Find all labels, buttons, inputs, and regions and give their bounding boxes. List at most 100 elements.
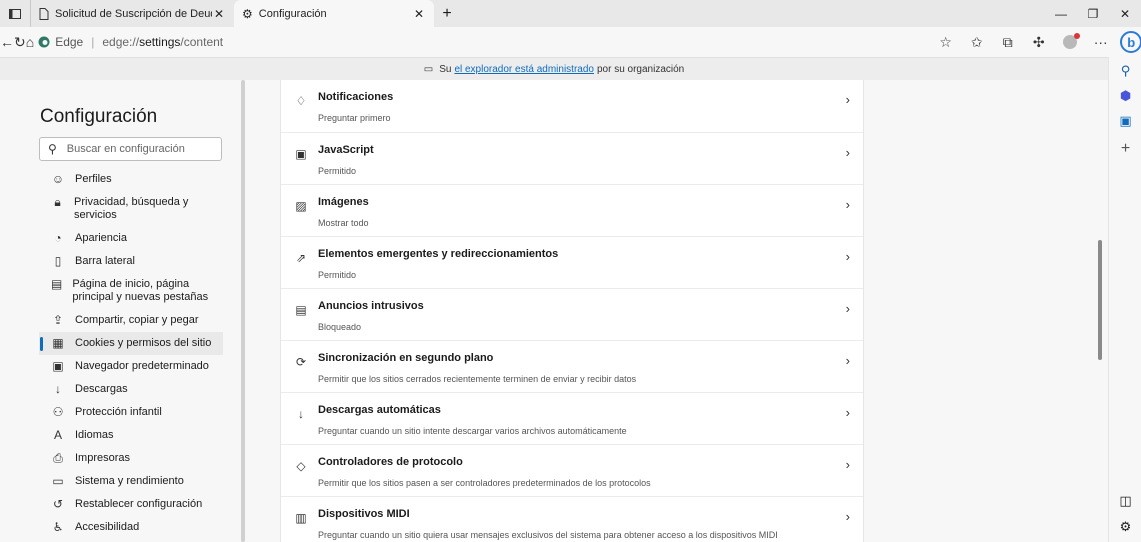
sidebar-item-10[interactable]: A Idiomas [39, 424, 223, 447]
tab-settings[interactable]: ⚙ Configuración ✕ [234, 0, 434, 27]
chevron-right-icon: › [845, 457, 850, 472]
extension-icon: ✣ [1032, 33, 1045, 50]
tab-actions-icon [9, 8, 21, 19]
nav-list: ☺ Perfiles 🔒︎ Privacidad, búsqueda y servic… [39, 168, 223, 542]
permission-row[interactable]: ♢ Notificaciones Preguntar primero › [281, 80, 863, 132]
sidebar-item-8[interactable]: ↓ Descargas [39, 378, 223, 401]
favorite-star-button[interactable]: ☆ [930, 28, 961, 56]
permission-row[interactable]: ◇ Controladores de protocolo Permitir que … [281, 444, 863, 496]
add-sidebar-button[interactable]: + [1109, 137, 1141, 161]
permission-row[interactable]: ↓ Descargas automáticas Preguntar cuando u… [281, 392, 863, 444]
office-button[interactable]: ⬢ [1109, 84, 1141, 108]
permission-row[interactable]: ▨ Imágenes Mostrar todo › [281, 184, 863, 236]
midi-icon: ▥ [295, 511, 307, 525]
permission-status: Preguntar primero [318, 113, 391, 123]
favorites-button[interactable]: ✩ [961, 28, 992, 56]
favorites-icon: ✩ [970, 33, 983, 50]
permission-row[interactable]: ▤ Anuncios intrusivos Bloqueado › [281, 288, 863, 340]
permission-row[interactable]: ▥ Dispositivos MIDI Preguntar cuando un si… [281, 496, 863, 542]
sidebar-item-label: Compartir, copiar y pegar [75, 314, 199, 326]
home-button[interactable]: ⌂ [26, 28, 34, 56]
permission-row[interactable]: ⟳ Sincronización en segundo plano Permitir… [281, 340, 863, 392]
sidebar-item-label: Descargas [75, 383, 128, 395]
back-button[interactable]: ← [0, 28, 14, 56]
permission-title: Sincronización en segundo plano [318, 352, 494, 364]
sidebar-icon: ▯ [54, 254, 62, 268]
outlook-button[interactable]: ▣ [1109, 109, 1141, 133]
lock-icon: 🔒︎ [54, 195, 61, 209]
collections-icon: ⧉ [1002, 33, 1013, 50]
permission-row[interactable]: ⇗ Elementos emergentes y redireccionamien… [281, 236, 863, 288]
permission-status: Permitido [318, 270, 357, 280]
share-icon: ⇪ [52, 313, 64, 327]
managed-link[interactable]: el explorador está administrado [454, 64, 594, 75]
ads-icon: ▤ [295, 303, 307, 317]
family-icon: ⚇ [52, 405, 64, 419]
permission-title: JavaScript [318, 144, 374, 156]
back-arrow-icon: ← [0, 34, 14, 50]
new-tab-button[interactable]: + [434, 0, 460, 27]
search-icon: ⚲ [1120, 63, 1131, 78]
search-input[interactable]: ⚲ Buscar en configuración [39, 137, 222, 161]
collections-button[interactable]: ⧉ [992, 28, 1023, 56]
profile-icon: ☺ [51, 172, 65, 186]
bing-chat-button[interactable]: b [1120, 31, 1141, 53]
sidebar-item-1[interactable]: 🔒︎ Privacidad, búsqueda y servicios [39, 191, 223, 227]
sidebar-item-4[interactable]: ▤ Página de inicio, página principal y nu… [39, 273, 223, 309]
sidebar-item-11[interactable]: ⎙ Impresoras [39, 447, 223, 470]
gear-icon: ⚙ [1119, 519, 1132, 534]
toolbar-right: ☆ ✩ ⧉ ✣ ··· b [930, 28, 1141, 56]
sidebar-item-label: Accesibilidad [75, 521, 140, 533]
sidebar-item-14[interactable]: ♿︎ Accesibilidad [39, 516, 223, 539]
sidebar-item-label: Idiomas [75, 429, 114, 441]
image-icon: ▨ [295, 199, 307, 213]
permission-status: Mostrar todo [318, 218, 369, 228]
refresh-button[interactable]: ↻ [14, 28, 26, 56]
browser-icon: ▣ [52, 359, 64, 373]
tab-close-button[interactable]: ✕ [212, 7, 226, 21]
edge-logo-icon [38, 36, 50, 48]
search-icon: ⚲ [48, 142, 57, 156]
sidebar-item-3[interactable]: ▯ Barra lateral [39, 250, 223, 273]
permission-title: Dispositivos MIDI [318, 508, 410, 520]
tab-subscription-request[interactable]: Solicitud de Suscripción de Deud ✕ [30, 0, 234, 27]
sidebar-item-5[interactable]: ⇪ Compartir, copiar y pegar [39, 309, 223, 332]
profile-button[interactable] [1054, 28, 1085, 56]
extensions-button[interactable]: ✣ [1023, 28, 1054, 56]
sidebar-item-2[interactable]: ◔ Apariencia [39, 227, 223, 250]
permission-row[interactable]: ▣ JavaScript Permitido › [281, 132, 863, 184]
permission-title: Imágenes [318, 196, 369, 208]
tab-close-button[interactable]: ✕ [412, 7, 426, 21]
sidebar-item-label: Apariencia [75, 232, 127, 244]
language-icon: A [53, 428, 62, 442]
bell-icon: ♢ [295, 94, 307, 108]
sidebar-item-6[interactable]: ▦ Cookies y permisos del sitio [39, 332, 223, 355]
hide-sidebar-button[interactable]: ◫ [1109, 489, 1141, 513]
download-icon: ↓ [298, 407, 304, 421]
sidebar-item-0[interactable]: ☺ Perfiles [39, 168, 223, 191]
sidebar-toggle-icon: ◫ [1119, 493, 1132, 508]
minimize-button[interactable]: — [1045, 0, 1077, 27]
site-identity[interactable]: Edge [38, 35, 83, 49]
restore-button[interactable]: ❐ [1077, 0, 1109, 27]
sidebar-item-label: Protección infantil [75, 406, 162, 418]
tab-actions-button[interactable] [0, 0, 30, 27]
sidebar-item-label: Barra lateral [75, 255, 135, 267]
sidebar-item-9[interactable]: ⚇ Protección infantil [39, 401, 223, 424]
address-bar[interactable]: Edge | edge://settings/content [38, 30, 858, 54]
page-scrollbar[interactable] [1098, 240, 1102, 360]
chevron-right-icon: › [845, 353, 850, 368]
sidebar-settings-button[interactable]: ⚙ [1109, 515, 1141, 539]
nav-scrollbar[interactable] [241, 80, 245, 542]
more-button[interactable]: ··· [1085, 28, 1116, 56]
address-toolbar: ← ↻ ⌂ Edge | edge://settings/content ☆ ✩… [0, 27, 1141, 57]
sidebar-item-13[interactable]: ↺ Restablecer configuración [39, 493, 223, 516]
sidebar-item-label: Navegador predeterminado [75, 360, 209, 372]
sidebar-item-7[interactable]: ▣ Navegador predeterminado [39, 355, 223, 378]
sidebar-item-12[interactable]: ▭ Sistema y rendimiento [39, 470, 223, 493]
plus-icon: + [1120, 140, 1131, 157]
office-icon: ⬢ [1119, 88, 1132, 103]
search-sidebar-button[interactable]: ⚲ [1109, 59, 1141, 83]
close-window-button[interactable]: ✕ [1109, 0, 1141, 27]
gear-icon: ⚙ [242, 6, 253, 21]
